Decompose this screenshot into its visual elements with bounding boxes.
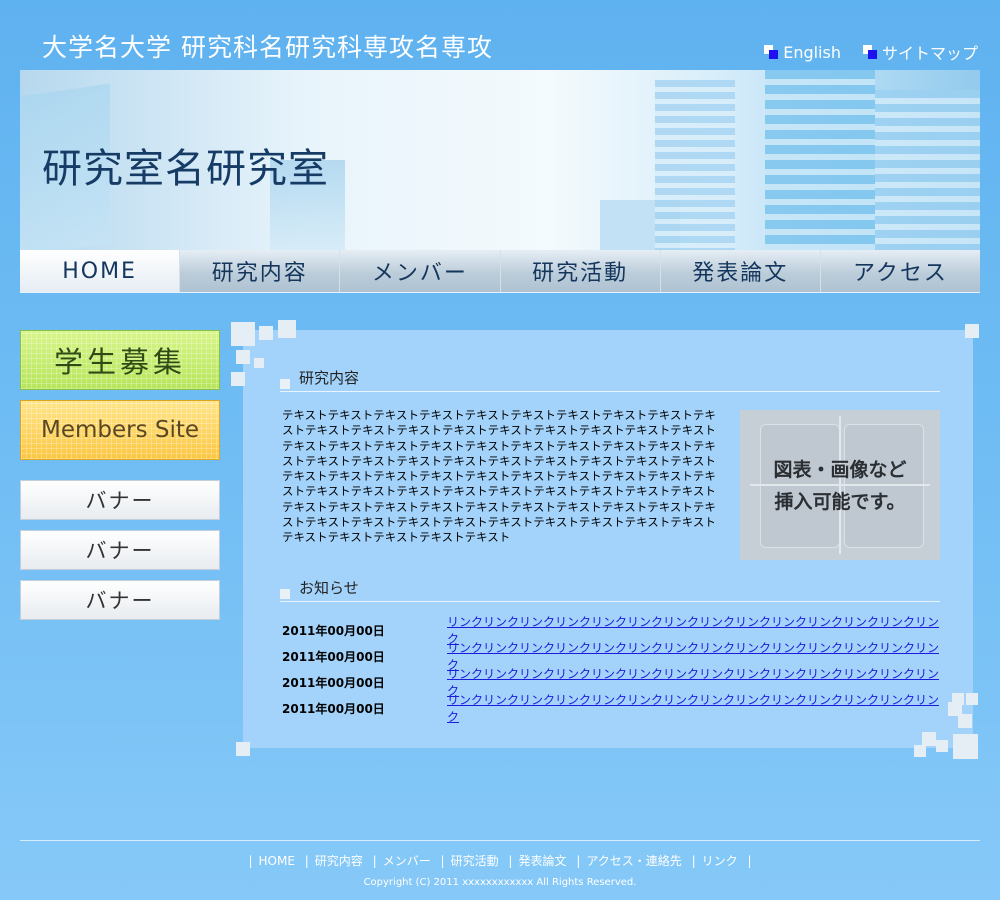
- news-date: 2011年00月00日: [282, 675, 385, 690]
- site-title: 大学名大学 研究科名研究科専攻名専攻: [42, 33, 493, 62]
- footer-link-access[interactable]: アクセス・連絡先: [586, 854, 681, 868]
- sitemap-link-label: サイトマップ: [881, 44, 978, 63]
- decor-square: [236, 350, 250, 364]
- figure-placeholder-image: 図表・画像など 挿入可能です。: [740, 410, 940, 560]
- header-banner: 研究室名研究室: [20, 70, 980, 250]
- decor-square: [966, 693, 978, 705]
- news-heading: お知らせ: [280, 575, 940, 602]
- heading-marker-icon: [280, 589, 290, 599]
- news-heading-text: お知らせ: [299, 579, 359, 597]
- decor-square: [914, 745, 926, 757]
- decor-square: [958, 714, 972, 728]
- building-image: [765, 70, 875, 250]
- news-item: 2011年00月00日 リンクリンクリンクリンクリンクリンクリンクリンクリンクリ…: [282, 693, 942, 724]
- nav-home[interactable]: HOME: [20, 250, 181, 292]
- research-body-text: テキストテキストテキストテキストテキストテキストテキストテキストテキストテキスト…: [282, 408, 716, 545]
- decor-square: [922, 732, 936, 746]
- building-image: [875, 90, 980, 250]
- members-site-banner[interactable]: Members Site: [20, 400, 220, 460]
- student-recruitment-banner[interactable]: 学生募集: [20, 330, 220, 390]
- sitemap-link[interactable]: サイトマップ: [862, 40, 978, 64]
- figure-caption: 図表・画像など 挿入可能です。: [773, 459, 907, 513]
- nav-research[interactable]: 研究内容: [180, 250, 341, 292]
- building-image: [655, 80, 735, 250]
- footer-link-publications[interactable]: 発表論文: [518, 854, 566, 868]
- heading-marker-icon: [280, 379, 290, 389]
- decor-square: [936, 740, 948, 752]
- decor-square: [254, 358, 264, 368]
- nav-members[interactable]: メンバー: [340, 250, 501, 292]
- news-list: 2011年00月00日 リンクリンクリンクリンクリンクリンクリンクリンクリンクリ…: [282, 615, 942, 724]
- decor-square: [231, 372, 245, 386]
- news-date: 2011年00月00日: [282, 623, 385, 638]
- news-date: 2011年00月00日: [282, 649, 385, 664]
- footer-link-links[interactable]: リンク: [702, 854, 738, 868]
- footer-link-activities[interactable]: 研究活動: [451, 854, 499, 868]
- square-bullet-icon: [862, 45, 877, 59]
- lab-name: 研究室名研究室: [42, 146, 329, 192]
- news-link[interactable]: リンクリンクリンクリンクリンクリンクリンクリンクリンクリンクリンクリンクリンクリ…: [447, 691, 942, 725]
- decor-square: [231, 322, 255, 346]
- research-heading: 研究内容: [280, 365, 940, 392]
- square-bullet-icon: [764, 45, 779, 59]
- main-nav: HOME 研究内容 メンバー 研究活動 発表論文 アクセス: [20, 250, 981, 293]
- nav-publications[interactable]: 発表論文: [660, 250, 821, 292]
- decor-square: [259, 326, 273, 340]
- footer-nav: | HOME | 研究内容 | メンバー | 研究活動 | 発表論文 | アクセス・連絡先 …: [248, 854, 752, 868]
- english-link[interactable]: English: [764, 40, 841, 64]
- decor-square: [278, 320, 296, 338]
- decor-square: [953, 734, 978, 759]
- copyright: Copyright (C) 2011 xxxxxxxxxxxx All Righ…: [363, 877, 637, 888]
- utility-links: English サイトマップ: [764, 40, 978, 64]
- english-link-label: English: [783, 42, 841, 62]
- footer-link-home[interactable]: HOME: [259, 854, 295, 868]
- footer-link-members[interactable]: メンバー: [383, 854, 431, 868]
- research-heading-text: 研究内容: [299, 369, 360, 387]
- banner-1[interactable]: バナー: [20, 480, 220, 520]
- banner-3[interactable]: バナー: [20, 580, 220, 620]
- footer-divider: [20, 840, 980, 841]
- decor-square: [965, 324, 979, 338]
- news-date: 2011年00月00日: [282, 701, 385, 716]
- banner-2[interactable]: バナー: [20, 530, 220, 570]
- nav-access[interactable]: アクセス: [820, 250, 981, 292]
- nav-activities[interactable]: 研究活動: [500, 250, 661, 292]
- footer-link-research[interactable]: 研究内容: [315, 854, 363, 868]
- decor-square: [236, 742, 250, 756]
